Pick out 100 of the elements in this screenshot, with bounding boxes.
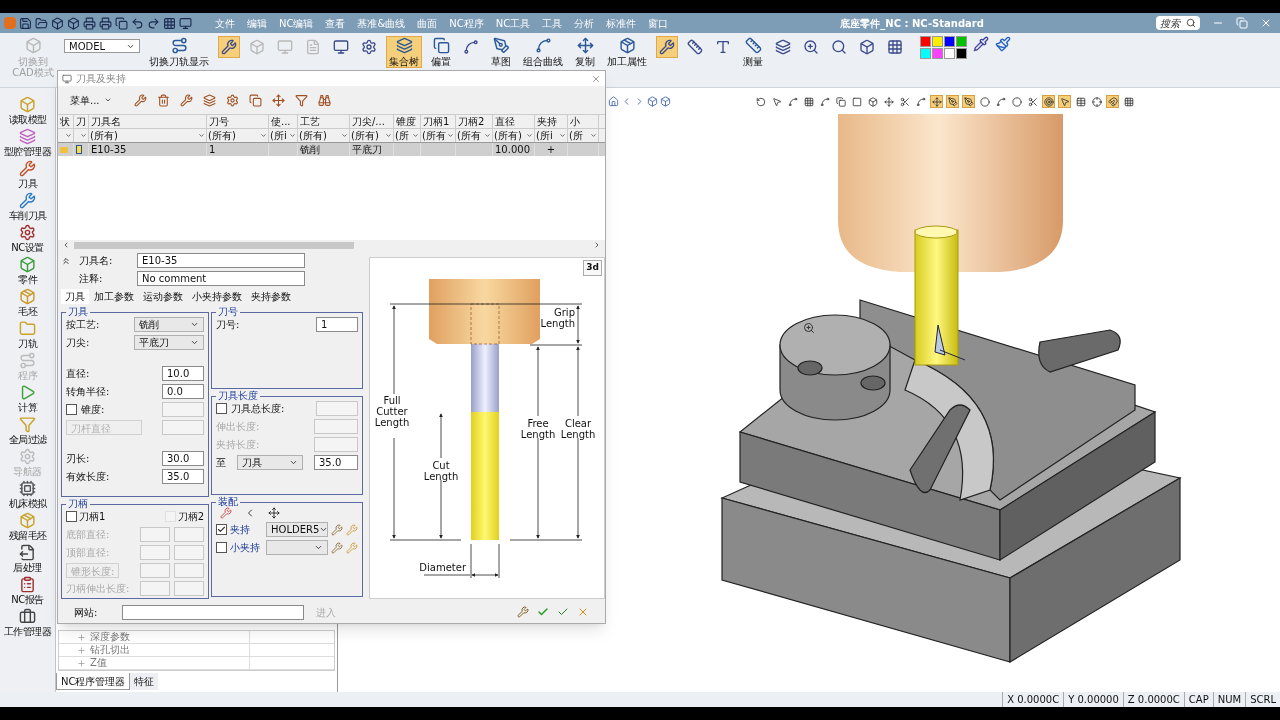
filter-dropdown[interactable]: (所有 xyxy=(456,129,493,142)
dropdown[interactable]: 平底刀 xyxy=(134,335,204,350)
ribbon-button[interactable]: 偏置 xyxy=(428,36,454,68)
sidebar-item[interactable]: 全局过滤 xyxy=(8,416,47,447)
ribbon-button[interactable]: 复制 xyxy=(572,36,598,68)
cube-icon[interactable] xyxy=(647,96,658,107)
apply-icon[interactable] xyxy=(557,606,569,618)
column-header[interactable]: 刀具名 xyxy=(89,115,207,128)
sidebar-item[interactable]: NC设置 xyxy=(11,224,44,255)
sidebar-item[interactable]: 车削刀具 xyxy=(8,192,47,223)
snap-tool-button[interactable] xyxy=(754,95,767,108)
sidebar-item[interactable]: 零件 xyxy=(18,256,37,287)
redo-icon[interactable] xyxy=(147,16,160,30)
snap-tool-button[interactable] xyxy=(1010,95,1023,108)
cube-icon[interactable] xyxy=(51,16,64,30)
input-field[interactable]: 1 xyxy=(316,317,358,332)
snap-tool-button[interactable] xyxy=(850,95,863,108)
input-field[interactable]: No comment xyxy=(137,271,305,286)
panel-tab[interactable]: 特征 xyxy=(130,673,159,690)
tree-item[interactable]: 深度参数 xyxy=(90,631,250,643)
filter-dropdown[interactable]: (所有) xyxy=(350,129,394,142)
column-header[interactable]: 小 xyxy=(568,115,599,128)
wrench-icon[interactable] xyxy=(179,93,193,107)
close-icon[interactable] xyxy=(1260,17,1272,29)
wrench-icon[interactable] xyxy=(331,541,343,554)
input-field[interactable] xyxy=(140,563,170,578)
3d-button[interactable]: 3d xyxy=(583,260,602,276)
sidebar-item[interactable]: NC报告 xyxy=(11,576,44,607)
column-header[interactable]: 状 xyxy=(58,115,74,128)
printer-icon[interactable] xyxy=(99,16,112,30)
input-field[interactable] xyxy=(162,420,204,435)
column-header[interactable]: 工艺 xyxy=(298,115,350,128)
ribbon-button[interactable]: 加工属性 xyxy=(604,36,650,68)
ribbon-button[interactable]: 集合树 xyxy=(386,36,422,68)
layers-icon[interactable] xyxy=(202,93,216,107)
ribbon-button[interactable]: 测量 xyxy=(740,36,766,68)
snap-tool-button[interactable] xyxy=(930,95,943,108)
snap-tool-button[interactable] xyxy=(786,95,799,108)
sidebar-item[interactable]: 计算 xyxy=(18,384,37,415)
checkbox[interactable] xyxy=(216,524,227,535)
filter-dropdown[interactable]: (所有) xyxy=(89,129,207,142)
checkbox[interactable] xyxy=(216,403,227,414)
filter-dropdown[interactable]: (所 xyxy=(394,129,421,142)
sidebar-item[interactable]: 毛坯 xyxy=(18,288,37,319)
column-header[interactable]: 直径 xyxy=(493,115,535,128)
checkbox[interactable] xyxy=(66,511,77,522)
ribbon-button[interactable]: 草图 xyxy=(488,36,514,68)
input-field[interactable]: 10.0 xyxy=(162,366,204,381)
collapse-icon[interactable] xyxy=(61,255,71,266)
cube-icon[interactable] xyxy=(660,96,671,107)
snap-tool-button[interactable] xyxy=(802,95,815,108)
save-icon[interactable] xyxy=(19,16,32,30)
input-field[interactable]: E10-35 xyxy=(137,253,305,268)
wrench-icon[interactable] xyxy=(218,36,240,58)
sidebar-item[interactable]: 读取模型 xyxy=(8,96,47,127)
checkbox[interactable] xyxy=(216,542,227,553)
snap-tool-button[interactable] xyxy=(1058,95,1071,108)
snap-tool-button[interactable] xyxy=(898,95,911,108)
sidebar-item[interactable]: 工作管理器 xyxy=(3,608,52,639)
input-field[interactable] xyxy=(174,545,204,560)
snap-tool-button[interactable] xyxy=(978,95,991,108)
input-field[interactable] xyxy=(174,581,204,596)
sidebar-item[interactable]: 后处理 xyxy=(13,544,42,575)
ok-icon[interactable] xyxy=(537,606,549,618)
snap-tool-button[interactable] xyxy=(770,95,783,108)
scroll-left-icon[interactable] xyxy=(62,241,70,249)
tree-item[interactable]: Z值 xyxy=(90,657,250,669)
snap-tool-button[interactable] xyxy=(962,95,975,108)
table-row[interactable]: E10-35 1 铣削 平底刀 10.000 + xyxy=(58,143,605,156)
filter-icon[interactable] xyxy=(294,93,308,107)
move-icon[interactable] xyxy=(268,507,280,519)
copy-icon[interactable] xyxy=(248,93,262,107)
column-header[interactable]: 刀 xyxy=(74,115,89,128)
binoculars-icon[interactable] xyxy=(317,93,331,107)
model-dropdown[interactable]: MODEL xyxy=(64,39,140,53)
wrench-icon[interactable] xyxy=(517,606,529,618)
sidebar-item[interactable]: 残留毛坯 xyxy=(8,512,47,543)
filter-dropdown[interactable]: (所有) xyxy=(493,129,535,142)
wrench-icon[interactable] xyxy=(133,93,147,107)
input-field[interactable] xyxy=(140,545,170,560)
input-field[interactable]: 35.0 xyxy=(162,469,204,484)
horizontal-scrollbar[interactable] xyxy=(58,240,605,250)
sidebar-item[interactable]: 刀轨 xyxy=(18,320,37,351)
dropdown[interactable]: HOLDER5 xyxy=(266,522,328,537)
snap-tool-button[interactable] xyxy=(1042,95,1055,108)
printer-icon[interactable] xyxy=(83,16,96,30)
settings-icon[interactable] xyxy=(225,93,239,107)
wrench-icon[interactable] xyxy=(220,507,232,519)
ribbon-button[interactable]: 组合曲线 xyxy=(520,36,566,68)
filter-dropdown[interactable]: (所有) xyxy=(207,129,269,142)
input-field[interactable] xyxy=(122,604,304,620)
snap-tool-button[interactable] xyxy=(882,95,895,108)
sidebar-item[interactable]: 机床模拟 xyxy=(8,480,47,511)
search-field[interactable]: 搜索 xyxy=(1156,16,1200,30)
snap-tool-button[interactable] xyxy=(1122,95,1135,108)
snap-tool-button[interactable] xyxy=(1026,95,1039,108)
pipette-icon[interactable] xyxy=(973,36,989,52)
column-header[interactable]: 刀号 xyxy=(207,115,269,128)
column-header[interactable]: 刀柄2 xyxy=(456,115,493,128)
dropdown[interactable]: 铣削 xyxy=(134,317,204,332)
